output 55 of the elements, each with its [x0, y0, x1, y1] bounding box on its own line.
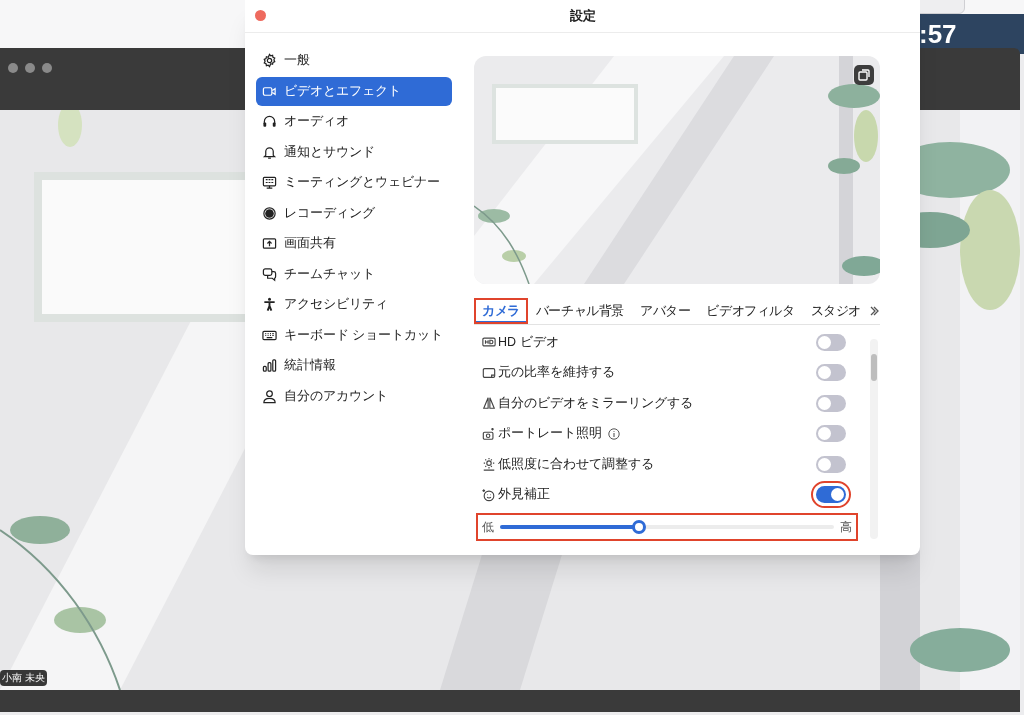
sidebar-item[interactable]: ミーティングとウェビナー — [256, 168, 452, 197]
sidebar-item[interactable]: 画面共有 — [256, 229, 452, 258]
hd-icon — [482, 335, 496, 350]
option-label: 自分のビデオをミラーリングする — [498, 394, 693, 412]
tab[interactable]: カメラ — [474, 298, 528, 324]
tab[interactable]: ビデオフィルタ — [698, 298, 803, 324]
sidebar-item[interactable]: 自分のアカウント — [256, 381, 452, 411]
toggle-switch[interactable] — [816, 394, 846, 412]
sidebar-item[interactable]: レコーディング — [256, 198, 452, 228]
scrollbar[interactable] — [870, 339, 878, 539]
tab[interactable]: バーチャル背景 — [527, 298, 632, 324]
accessibility-person-icon — [262, 297, 277, 312]
option-label: 低照度に合わせて調整する — [498, 455, 654, 473]
toggle-switch[interactable] — [816, 455, 846, 473]
toggle-switch[interactable] — [816, 425, 846, 443]
sidebar-item[interactable]: 通知とサウンド — [256, 137, 452, 167]
participant-name-tag: 小南 未央 — [0, 670, 47, 686]
sidebar-item[interactable]: キーボード ショートカット — [256, 320, 452, 350]
monitor-icon — [262, 175, 277, 190]
slider-max-label: 高 — [840, 519, 852, 536]
user-icon — [262, 388, 277, 404]
sun-icon — [482, 457, 496, 472]
slider-thumb[interactable] — [631, 520, 646, 534]
option-label: 元の比率を維持する — [498, 364, 615, 382]
chevron-right-icon[interactable] — [870, 306, 880, 316]
option-label: 外見補正 — [498, 486, 550, 504]
sidebar-item[interactable]: オーディオ — [256, 107, 452, 136]
gear-icon — [262, 53, 277, 68]
bar-chart-icon — [262, 358, 277, 373]
sidebar-item[interactable]: ビデオとエフェクト — [256, 76, 452, 106]
chat-bubbles-icon — [262, 266, 277, 282]
bell-icon — [262, 144, 277, 160]
mirror-triangles-icon — [482, 396, 496, 411]
sidebar-item[interactable]: 一般 — [256, 46, 452, 75]
tab[interactable]: スタジオ — [802, 298, 870, 324]
camera-sparkle-icon — [482, 426, 496, 441]
sidebar-item[interactable]: 統計情報 — [256, 351, 452, 380]
smiley-sparkle-icon — [482, 487, 496, 502]
info-icon[interactable] — [608, 427, 620, 440]
headphones-icon — [262, 114, 277, 129]
toggle-switch[interactable] — [816, 364, 846, 382]
close-button[interactable] — [255, 10, 266, 21]
sidebar-item[interactable]: アクセシビリティ — [256, 290, 452, 319]
sidebar-item[interactable]: チームチャット — [256, 259, 452, 289]
screen-share-icon — [262, 236, 277, 251]
tab[interactable]: アバター — [632, 298, 699, 324]
window-title: 設定 — [569, 7, 596, 26]
clock-text: :57 — [919, 18, 957, 51]
frame-icon — [482, 365, 496, 380]
option-label: HD ビデオ — [498, 333, 559, 351]
record-icon — [262, 205, 277, 221]
toggle-switch[interactable] — [816, 333, 846, 351]
slider-min-label: 低 — [482, 519, 494, 536]
slider-track[interactable] — [500, 520, 834, 534]
option-label: ポートレート照明 — [498, 425, 602, 443]
